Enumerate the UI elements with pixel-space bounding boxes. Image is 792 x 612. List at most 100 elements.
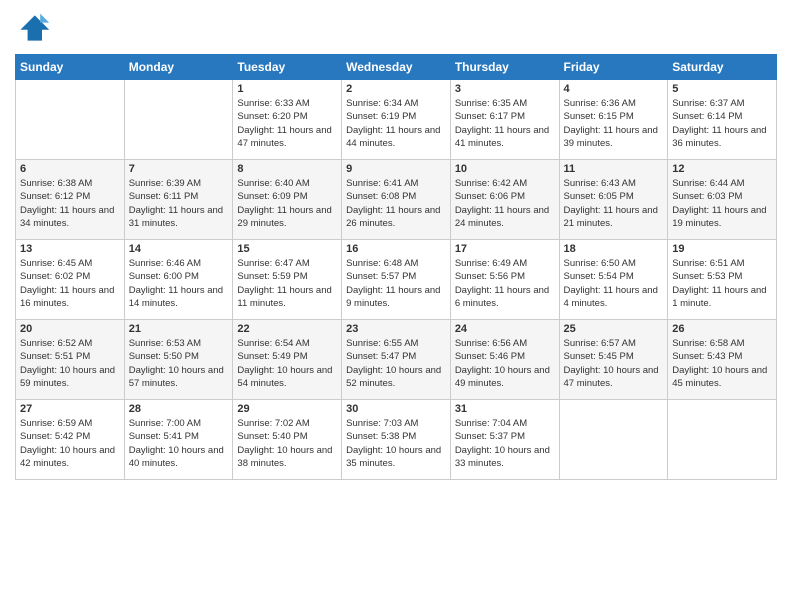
day-number: 14 [129, 243, 229, 255]
day-cell: 20 Sunrise: 6:52 AM Sunset: 5:51 PM Dayli… [16, 320, 125, 400]
day-cell: 11 Sunrise: 6:43 AM Sunset: 6:05 PM Dayli… [559, 160, 668, 240]
page: SundayMondayTuesdayWednesdayThursdayFrid… [0, 0, 792, 612]
col-header-sunday: Sunday [16, 55, 125, 80]
day-cell: 2 Sunrise: 6:34 AM Sunset: 6:19 PM Daylig… [342, 80, 451, 160]
day-info: Sunrise: 7:02 AM Sunset: 5:40 PM Dayligh… [237, 417, 337, 470]
day-cell [559, 400, 668, 480]
day-cell: 21Sunrise: 6:53 AM Sunset: 5:50 PM Dayli… [124, 320, 233, 400]
day-info: Sunrise: 6:55 AM Sunset: 5:47 PM Dayligh… [346, 337, 446, 390]
col-header-thursday: Thursday [450, 55, 559, 80]
day-number: 11 [564, 163, 664, 175]
day-cell: 29Sunrise: 7:02 AM Sunset: 5:40 PM Dayli… [233, 400, 342, 480]
day-info: Sunrise: 6:39 AM Sunset: 6:11 PM Dayligh… [129, 177, 229, 230]
day-info: Sunrise: 6:57 AM Sunset: 5:45 PM Dayligh… [564, 337, 664, 390]
day-cell: 5Sunrise: 6:37 AM Sunset: 6:14 PM Daylig… [668, 80, 777, 160]
day-info: Sunrise: 6:33 AM Sunset: 6:20 PM Dayligh… [237, 97, 337, 150]
day-info: Sunrise: 6:50 AM Sunset: 5:54 PM Dayligh… [564, 257, 664, 310]
calendar-table: SundayMondayTuesdayWednesdayThursdayFrid… [15, 54, 777, 480]
day-number: 13 [20, 243, 120, 255]
day-info: Sunrise: 7:04 AM Sunset: 5:37 PM Dayligh… [455, 417, 555, 470]
day-cell: 7Sunrise: 6:39 AM Sunset: 6:11 PM Daylig… [124, 160, 233, 240]
day-info: Sunrise: 6:43 AM Sunset: 6:05 PM Dayligh… [564, 177, 664, 230]
day-info: Sunrise: 6:42 AM Sunset: 6:06 PM Dayligh… [455, 177, 555, 230]
day-cell: 25Sunrise: 6:57 AM Sunset: 5:45 PM Dayli… [559, 320, 668, 400]
day-info: Sunrise: 6:37 AM Sunset: 6:14 PM Dayligh… [672, 97, 772, 150]
day-info: Sunrise: 7:00 AM Sunset: 5:41 PM Dayligh… [129, 417, 229, 470]
day-info: Sunrise: 6:49 AM Sunset: 5:56 PM Dayligh… [455, 257, 555, 310]
day-cell: 19 Sunrise: 6:51 AM Sunset: 5:53 PM Dayli… [668, 240, 777, 320]
week-row-3: 13 Sunrise: 6:45 AM Sunset: 6:02 PM Dayli… [16, 240, 777, 320]
day-cell: 22 Sunrise: 6:54 AM Sunset: 5:49 PM Dayli… [233, 320, 342, 400]
day-number: 8 [237, 163, 337, 175]
day-number: 16 [346, 243, 446, 255]
col-header-tuesday: Tuesday [233, 55, 342, 80]
day-number: 28 [129, 403, 229, 415]
day-cell: 10 Sunrise: 6:42 AM Sunset: 6:06 PM Dayli… [450, 160, 559, 240]
col-header-saturday: Saturday [668, 55, 777, 80]
day-number: 18 [564, 243, 664, 255]
day-cell [124, 80, 233, 160]
col-header-wednesday: Wednesday [342, 55, 451, 80]
day-info: Sunrise: 6:35 AM Sunset: 6:17 PM Dayligh… [455, 97, 555, 150]
day-cell: 26 Sunrise: 6:58 AM Sunset: 5:43 PM Dayli… [668, 320, 777, 400]
day-cell: 27 Sunrise: 6:59 AM Sunset: 5:42 PM Dayli… [16, 400, 125, 480]
day-cell: 8Sunrise: 6:40 AM Sunset: 6:09 PM Daylig… [233, 160, 342, 240]
day-number: 22 [237, 323, 337, 335]
day-info: Sunrise: 6:45 AM Sunset: 6:02 PM Dayligh… [20, 257, 120, 310]
day-cell: 18 Sunrise: 6:50 AM Sunset: 5:54 PM Dayli… [559, 240, 668, 320]
day-cell: 31 Sunrise: 7:04 AM Sunset: 5:37 PM Dayli… [450, 400, 559, 480]
day-number: 6 [20, 163, 120, 175]
day-number: 20 [20, 323, 120, 335]
week-row-4: 20 Sunrise: 6:52 AM Sunset: 5:51 PM Dayli… [16, 320, 777, 400]
day-cell: 24 Sunrise: 6:56 AM Sunset: 5:46 PM Dayli… [450, 320, 559, 400]
day-cell: 17 Sunrise: 6:49 AM Sunset: 5:56 PM Dayli… [450, 240, 559, 320]
day-number: 15 [237, 243, 337, 255]
day-info: Sunrise: 6:44 AM Sunset: 6:03 PM Dayligh… [672, 177, 772, 230]
day-info: Sunrise: 6:36 AM Sunset: 6:15 PM Dayligh… [564, 97, 664, 150]
day-info: Sunrise: 6:54 AM Sunset: 5:49 PM Dayligh… [237, 337, 337, 390]
day-number: 2 [346, 83, 446, 95]
day-cell [16, 80, 125, 160]
day-number: 10 [455, 163, 555, 175]
day-number: 9 [346, 163, 446, 175]
day-number: 19 [672, 243, 772, 255]
day-number: 17 [455, 243, 555, 255]
day-number: 27 [20, 403, 120, 415]
week-row-5: 27 Sunrise: 6:59 AM Sunset: 5:42 PM Dayli… [16, 400, 777, 480]
day-cell: 16Sunrise: 6:48 AM Sunset: 5:57 PM Dayli… [342, 240, 451, 320]
week-row-2: 6 Sunrise: 6:38 AM Sunset: 6:12 PM Daylig… [16, 160, 777, 240]
col-header-friday: Friday [559, 55, 668, 80]
day-info: Sunrise: 6:58 AM Sunset: 5:43 PM Dayligh… [672, 337, 772, 390]
day-cell: 1 Sunrise: 6:33 AM Sunset: 6:20 PM Daylig… [233, 80, 342, 160]
day-info: Sunrise: 6:51 AM Sunset: 5:53 PM Dayligh… [672, 257, 772, 310]
day-info: Sunrise: 6:52 AM Sunset: 5:51 PM Dayligh… [20, 337, 120, 390]
day-cell: 13 Sunrise: 6:45 AM Sunset: 6:02 PM Dayli… [16, 240, 125, 320]
header-row: SundayMondayTuesdayWednesdayThursdayFrid… [16, 55, 777, 80]
day-cell: 3 Sunrise: 6:35 AM Sunset: 6:17 PM Daylig… [450, 80, 559, 160]
day-info: Sunrise: 7:03 AM Sunset: 5:38 PM Dayligh… [346, 417, 446, 470]
day-cell: 6 Sunrise: 6:38 AM Sunset: 6:12 PM Daylig… [16, 160, 125, 240]
logo-icon [15, 10, 51, 46]
day-number: 3 [455, 83, 555, 95]
day-number: 1 [237, 83, 337, 95]
day-cell [668, 400, 777, 480]
day-number: 31 [455, 403, 555, 415]
day-cell: 14 Sunrise: 6:46 AM Sunset: 6:00 PM Dayli… [124, 240, 233, 320]
day-number: 4 [564, 83, 664, 95]
day-info: Sunrise: 6:34 AM Sunset: 6:19 PM Dayligh… [346, 97, 446, 150]
day-cell: 9 Sunrise: 6:41 AM Sunset: 6:08 PM Daylig… [342, 160, 451, 240]
day-number: 26 [672, 323, 772, 335]
day-cell: 23Sunrise: 6:55 AM Sunset: 5:47 PM Dayli… [342, 320, 451, 400]
day-number: 30 [346, 403, 446, 415]
day-info: Sunrise: 6:46 AM Sunset: 6:00 PM Dayligh… [129, 257, 229, 310]
day-cell: 30 Sunrise: 7:03 AM Sunset: 5:38 PM Dayli… [342, 400, 451, 480]
day-info: Sunrise: 6:38 AM Sunset: 6:12 PM Dayligh… [20, 177, 120, 230]
day-info: Sunrise: 6:53 AM Sunset: 5:50 PM Dayligh… [129, 337, 229, 390]
week-row-1: 1 Sunrise: 6:33 AM Sunset: 6:20 PM Daylig… [16, 80, 777, 160]
day-info: Sunrise: 6:47 AM Sunset: 5:59 PM Dayligh… [237, 257, 337, 310]
day-number: 24 [455, 323, 555, 335]
day-info: Sunrise: 6:56 AM Sunset: 5:46 PM Dayligh… [455, 337, 555, 390]
day-info: Sunrise: 6:41 AM Sunset: 6:08 PM Dayligh… [346, 177, 446, 230]
header [15, 10, 777, 46]
day-info: Sunrise: 6:59 AM Sunset: 5:42 PM Dayligh… [20, 417, 120, 470]
